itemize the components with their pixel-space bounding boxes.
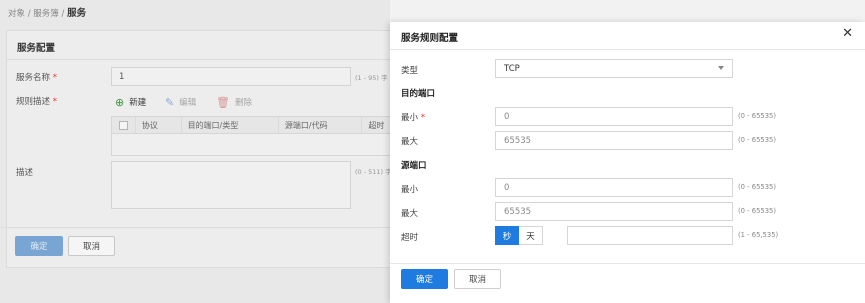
src-max-hint: (0 - 65535) bbox=[738, 207, 777, 215]
timeout-unit-days[interactable]: 天 bbox=[519, 226, 543, 245]
src-min-input[interactable]: 0 bbox=[495, 178, 733, 197]
dest-max-hint: (0 - 65535) bbox=[738, 136, 777, 144]
src-max-label: 最大 bbox=[401, 209, 419, 219]
timeout-input[interactable] bbox=[567, 226, 733, 245]
src-max-input[interactable]: 65535 bbox=[495, 202, 733, 221]
src-min-hint: (0 - 65535) bbox=[738, 183, 777, 191]
src-min-label: 最小 bbox=[401, 185, 419, 195]
dest-max-input[interactable]: 65535 bbox=[495, 131, 733, 150]
chevron-down-icon bbox=[718, 66, 724, 70]
dest-min-hint: (0 - 65535) bbox=[738, 112, 777, 120]
dest-port-section-title: 目的端口 bbox=[401, 89, 436, 99]
type-label: 类型 bbox=[401, 66, 419, 76]
type-selected-value: TCP bbox=[504, 64, 520, 74]
close-icon[interactable]: ✕ bbox=[842, 27, 853, 40]
timeout-hint: (1 - 65,535) bbox=[738, 231, 779, 239]
drawer-cancel-button[interactable]: 取消 bbox=[454, 269, 501, 289]
overlay-mask[interactable] bbox=[0, 0, 390, 303]
divider bbox=[390, 263, 865, 264]
timeout-label: 超时 bbox=[401, 233, 419, 243]
dest-max-label: 最大 bbox=[401, 137, 419, 147]
dest-min-label: 最小 * bbox=[401, 113, 425, 123]
type-select[interactable]: TCP bbox=[495, 59, 733, 78]
drawer-confirm-button[interactable]: 确定 bbox=[401, 269, 448, 289]
timeout-unit-seconds[interactable]: 秒 bbox=[495, 226, 519, 245]
timeout-unit-toggle: 秒 天 bbox=[495, 226, 543, 245]
drawer-title: 服务规则配置 bbox=[401, 33, 459, 44]
dest-min-input[interactable]: 0 bbox=[495, 107, 733, 126]
divider bbox=[390, 49, 865, 50]
src-port-section-title: 源端口 bbox=[401, 161, 427, 171]
service-rule-drawer: 服务规则配置 ✕ 类型 TCP 目的端口 最小 * 0 (0 - 65535) … bbox=[390, 22, 865, 303]
